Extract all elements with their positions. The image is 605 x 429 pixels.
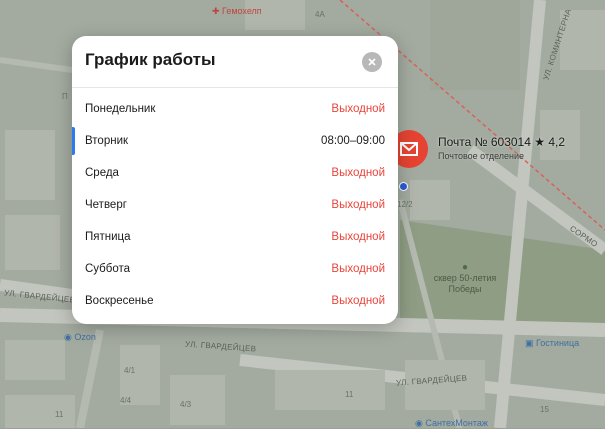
house-number: 11 bbox=[345, 390, 354, 399]
day-hours: Выходной bbox=[331, 231, 385, 243]
day-hours: Выходной bbox=[331, 295, 385, 307]
day-hours: 08:00–09:00 bbox=[321, 135, 385, 147]
place-category: Почтовое отделение bbox=[438, 151, 525, 161]
house-number: 4/3 bbox=[180, 400, 192, 409]
house-number: 4А bbox=[315, 10, 325, 19]
schedule-row-5: Суббота Выходной bbox=[72, 253, 398, 285]
schedule-row-3: Четверг Выходной bbox=[72, 189, 398, 221]
store-icon: ◉ bbox=[415, 418, 426, 428]
close-icon bbox=[368, 58, 376, 66]
day-name: Четверг bbox=[85, 199, 127, 211]
envelope-icon bbox=[400, 142, 418, 156]
hotel-icon: ▣ bbox=[525, 338, 537, 348]
medical-icon: ✚ bbox=[212, 6, 223, 16]
shop-icon: ◉ bbox=[64, 332, 75, 342]
house-number: 15 bbox=[540, 405, 549, 414]
day-hours: Выходной bbox=[331, 167, 385, 179]
day-hours: Выходной bbox=[331, 103, 385, 115]
day-hours: Выходной bbox=[331, 263, 385, 275]
schedule-list: Понедельник Выходной Вторник 08:00–09:00… bbox=[72, 93, 398, 317]
house-number: П bbox=[62, 92, 68, 101]
day-hours: Выходной bbox=[331, 199, 385, 211]
place-title[interactable]: Почта № 603014 ★ 4,2 bbox=[438, 135, 565, 149]
house-number: 12/2 bbox=[397, 200, 413, 209]
map-poi-hotel[interactable]: ▣ Гостиница bbox=[525, 338, 579, 349]
map-poi-santehmontazh[interactable]: ◉ СантехМонтаж bbox=[415, 418, 488, 429]
dialog-title: График работы bbox=[85, 50, 216, 69]
schedule-dialog: График работы Понедельник Выходной Вторн… bbox=[72, 36, 398, 324]
schedule-row-6: Воскресенье Выходной bbox=[72, 285, 398, 317]
map-park-label[interactable]: ● сквер 50-летия Победы bbox=[430, 262, 500, 295]
dialog-header: График работы bbox=[72, 36, 398, 88]
schedule-row-1: Вторник 08:00–09:00 bbox=[72, 125, 398, 157]
house-number: 11 bbox=[55, 410, 64, 419]
day-name: Среда bbox=[85, 167, 119, 179]
schedule-row-4: Пятница Выходной bbox=[72, 221, 398, 253]
house-number: 4/1 bbox=[124, 366, 136, 375]
day-name: Пятница bbox=[85, 231, 131, 243]
day-name: Суббота bbox=[85, 263, 131, 275]
schedule-row-2: Среда Выходной bbox=[72, 157, 398, 189]
schedule-row-0: Понедельник Выходной bbox=[72, 93, 398, 125]
tree-icon: ● bbox=[461, 262, 469, 273]
rating-star: ★ 4,2 bbox=[534, 135, 566, 149]
location-dot bbox=[399, 182, 408, 191]
map-poi-ozon[interactable]: ◉ Ozon bbox=[64, 332, 96, 343]
day-name: Понедельник bbox=[85, 103, 156, 115]
house-number: 4/4 bbox=[120, 396, 132, 405]
day-name: Вторник bbox=[85, 135, 129, 147]
close-button[interactable] bbox=[362, 52, 382, 72]
day-name: Воскресенье bbox=[85, 295, 154, 307]
map-poi-gemohelp[interactable]: ✚ Гемохелп bbox=[212, 6, 262, 17]
